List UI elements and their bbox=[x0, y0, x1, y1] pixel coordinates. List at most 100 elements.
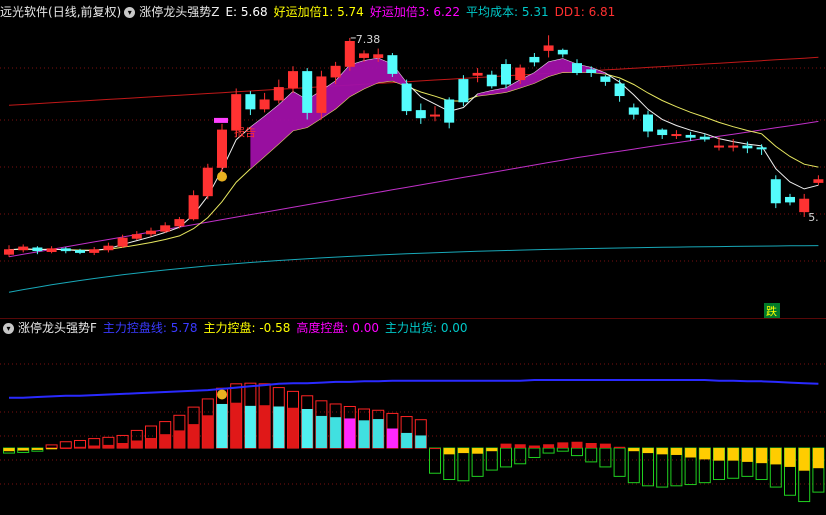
histogram-bar bbox=[741, 448, 753, 462]
envelope-bar bbox=[514, 447, 527, 465]
candle-body bbox=[557, 49, 568, 55]
histogram-bar bbox=[202, 415, 214, 449]
candle-body bbox=[316, 76, 327, 113]
candle bbox=[103, 242, 114, 253]
histogram-bar bbox=[60, 448, 72, 450]
candle bbox=[273, 79, 284, 104]
histogram-bar bbox=[401, 432, 413, 449]
envelope-bar bbox=[500, 447, 512, 468]
candle-body bbox=[529, 56, 540, 63]
candle bbox=[32, 246, 43, 255]
candle-body bbox=[444, 99, 455, 123]
histogram-bar bbox=[372, 419, 384, 449]
candle-body bbox=[742, 145, 753, 149]
candle-body bbox=[614, 83, 625, 97]
candle-body bbox=[4, 249, 14, 255]
signal-label: 报告 bbox=[234, 125, 256, 139]
candle-body bbox=[387, 55, 398, 74]
white-line bbox=[8, 57, 819, 252]
candle bbox=[46, 246, 57, 254]
candle-body bbox=[89, 249, 100, 253]
envelope-bar bbox=[599, 447, 612, 468]
histogram-bar bbox=[557, 442, 569, 449]
candle bbox=[557, 48, 568, 58]
price-gridlines bbox=[0, 67, 826, 319]
histogram-bar bbox=[17, 448, 29, 451]
candle-body bbox=[188, 195, 199, 220]
candle bbox=[770, 175, 781, 209]
candle-body bbox=[572, 63, 582, 74]
candle-body bbox=[359, 53, 369, 58]
candle-body bbox=[344, 40, 355, 67]
histogram-bar bbox=[188, 424, 200, 449]
histogram-bar bbox=[472, 448, 484, 454]
candle-body bbox=[245, 94, 256, 110]
histogram-bar bbox=[117, 443, 129, 449]
candle bbox=[344, 37, 355, 71]
candle bbox=[302, 68, 313, 120]
histogram-bar bbox=[330, 417, 342, 449]
candle-body bbox=[430, 114, 440, 117]
money-bag-icon bbox=[217, 171, 227, 182]
high-price-label: 7.38 bbox=[356, 33, 381, 46]
envelope-bar bbox=[627, 447, 640, 484]
histogram-bar bbox=[259, 405, 271, 449]
candle bbox=[572, 59, 582, 76]
histogram-bar bbox=[543, 444, 555, 449]
histogram-bar bbox=[244, 405, 256, 449]
candle bbox=[387, 53, 398, 77]
histogram-bar bbox=[216, 403, 228, 449]
histogram-bar bbox=[699, 448, 711, 460]
candle-body bbox=[756, 147, 767, 150]
histogram-bar bbox=[386, 428, 398, 449]
histogram-bar bbox=[571, 441, 583, 449]
histogram-bar bbox=[599, 443, 611, 449]
candle bbox=[486, 70, 497, 89]
signal-flag-icon bbox=[214, 117, 228, 123]
candle bbox=[60, 247, 71, 254]
candle-body bbox=[472, 72, 483, 76]
candle bbox=[685, 131, 696, 141]
price-chart[interactable]: 7.38 5. 报告 跌 bbox=[0, 0, 826, 319]
candle bbox=[472, 68, 483, 83]
candle bbox=[444, 97, 455, 129]
histogram-bar bbox=[486, 448, 498, 452]
candle-body bbox=[75, 250, 85, 253]
histogram-bar bbox=[798, 448, 810, 471]
candle bbox=[657, 128, 668, 139]
histogram-bar bbox=[3, 448, 15, 452]
histogram-bar bbox=[273, 406, 285, 449]
candle-body bbox=[586, 69, 597, 74]
candles[interactable] bbox=[4, 35, 824, 257]
candle-body bbox=[60, 248, 71, 252]
indicator-gridlines bbox=[0, 363, 826, 485]
histogram-bar bbox=[628, 448, 640, 452]
candle-body bbox=[699, 136, 710, 140]
candle-body bbox=[103, 245, 114, 251]
histogram-bar bbox=[358, 420, 370, 449]
candle-body bbox=[770, 179, 781, 204]
red-trend-line bbox=[8, 56, 819, 106]
candle-body bbox=[330, 65, 341, 78]
low-price-label: 5. bbox=[808, 211, 819, 224]
candle bbox=[217, 123, 227, 173]
candle-body bbox=[657, 129, 668, 136]
magenta-line bbox=[8, 120, 819, 258]
candle bbox=[813, 175, 824, 186]
histogram-bar bbox=[315, 415, 327, 449]
candle bbox=[259, 92, 270, 113]
indicator-chart[interactable] bbox=[0, 319, 826, 515]
candle-body bbox=[131, 234, 142, 239]
candle bbox=[600, 75, 611, 86]
histogram-bar bbox=[173, 430, 185, 449]
candle-body bbox=[231, 94, 242, 131]
histogram-bar bbox=[685, 448, 697, 458]
candle bbox=[4, 245, 14, 257]
histogram-bar bbox=[614, 446, 626, 449]
candle bbox=[501, 59, 511, 89]
candle-body bbox=[600, 76, 611, 82]
candle bbox=[316, 70, 327, 120]
candle bbox=[202, 163, 213, 200]
envelope-bar bbox=[59, 441, 72, 449]
histogram-bar bbox=[642, 448, 654, 454]
